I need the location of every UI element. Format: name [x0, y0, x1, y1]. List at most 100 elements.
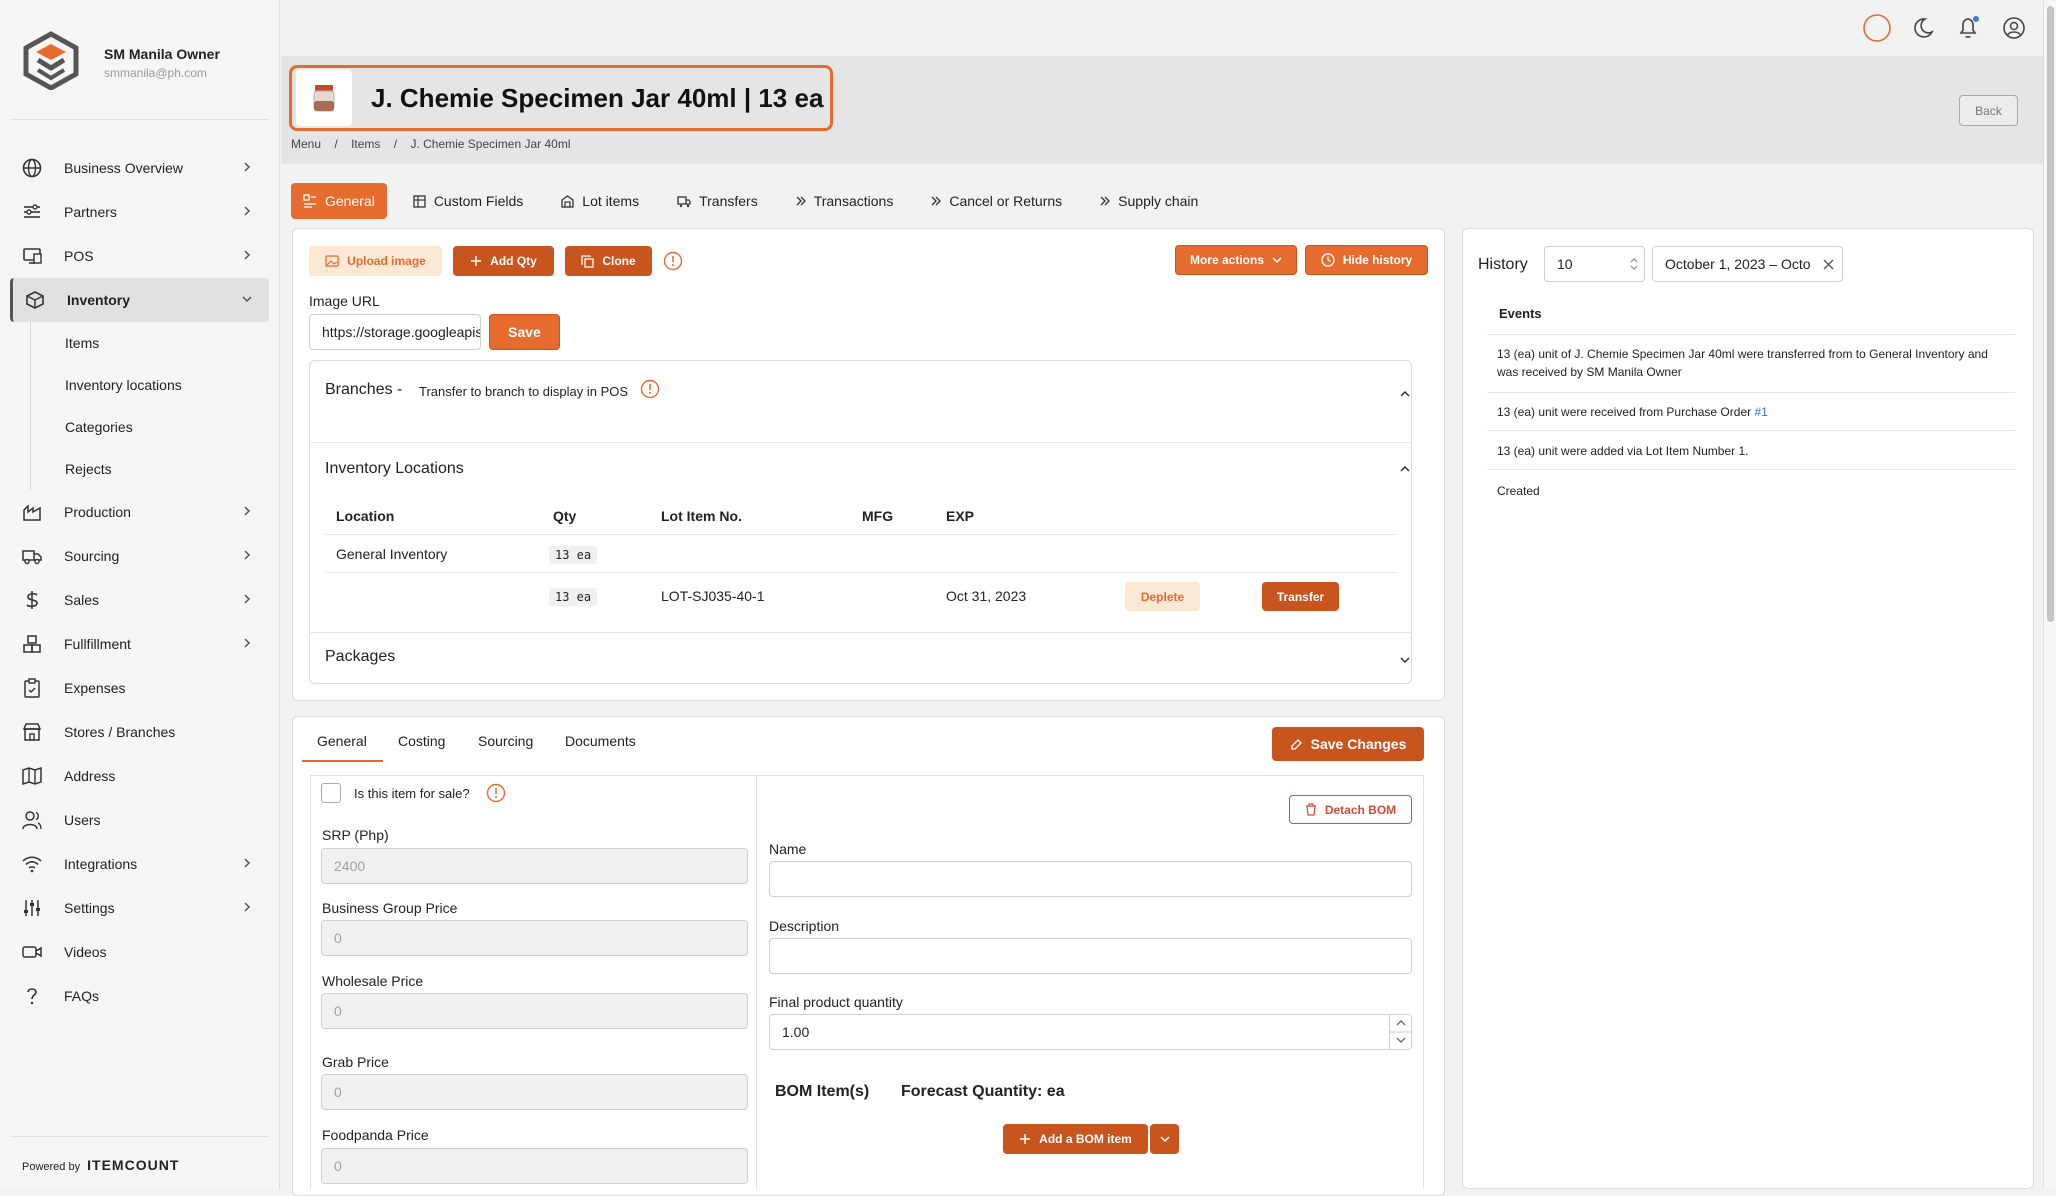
breadcrumb-menu[interactable]: Menu	[291, 137, 321, 151]
chevron-right-icon	[241, 161, 253, 173]
detach-bom-button[interactable]: Detach BOM	[1289, 795, 1412, 824]
more-actions-button[interactable]: More actions	[1175, 245, 1297, 275]
chevron-up-icon[interactable]	[1399, 463, 1411, 475]
grab-price-input[interactable]: 0	[321, 1074, 748, 1110]
sidebar-item-label: Stores / Branches	[64, 724, 176, 740]
sidebar-item-faqs[interactable]: FAQs	[10, 974, 269, 1018]
wholesale-price-input[interactable]: 0	[321, 993, 748, 1029]
sidebar-item-label: Sales	[64, 592, 100, 608]
packages-section[interactable]: Packages	[309, 632, 1412, 684]
bom-description-input[interactable]	[769, 938, 1412, 974]
srp-input[interactable]: 2400	[321, 848, 748, 884]
save-changes-button[interactable]: Save Changes	[1272, 727, 1424, 761]
sidebar-item-integrations[interactable]: Integrations	[10, 842, 269, 886]
image-url-label: Image URL	[309, 293, 380, 309]
sidebar-item-stores[interactable]: Stores / Branches	[10, 710, 269, 754]
sidebar-item-address[interactable]: Address	[10, 754, 269, 798]
packages-title: Packages	[325, 648, 396, 665]
bell-icon[interactable]	[1952, 12, 1984, 44]
sidebar-item-users[interactable]: Users	[10, 798, 269, 842]
save-image-url-button[interactable]: Save	[489, 314, 560, 350]
subtab-costing[interactable]: Costing	[398, 733, 445, 749]
final-quantity-input[interactable]: 1.00	[769, 1014, 1412, 1050]
history-date-range-input[interactable]: October 1, 2023 – Octo	[1652, 246, 1843, 282]
for-sale-checkbox[interactable]	[321, 783, 341, 803]
chevron-right-icon	[241, 205, 253, 217]
tab-lot-items[interactable]: Lot items	[549, 183, 651, 219]
upload-image-button[interactable]: Upload image	[309, 246, 442, 276]
grab-price-label: Grab Price	[322, 1054, 389, 1070]
tab-custom-fields[interactable]: Custom Fields	[401, 183, 535, 219]
bom-name-input[interactable]	[769, 861, 1412, 897]
tab-transactions[interactable]: Transactions	[784, 183, 906, 219]
tab-transfers[interactable]: Transfers	[665, 183, 770, 219]
transfer-button[interactable]: Transfer	[1262, 582, 1339, 611]
sliders-icon	[21, 897, 43, 919]
inventory-subnav: Items Inventory locations Categories Rej…	[30, 322, 269, 490]
history-panel: History 10 October 1, 2023 – Octo Events…	[1462, 228, 2034, 1189]
info-icon[interactable]	[486, 783, 506, 803]
chevron-right-icon	[241, 549, 253, 561]
button-label: Add a BOM item	[1039, 1132, 1132, 1146]
tab-cancel-returns[interactable]: Cancel or Returns	[919, 183, 1074, 219]
sidebar-subitem-inventory-locations[interactable]: Inventory locations	[31, 364, 269, 406]
add-qty-button[interactable]: Add Qty	[453, 246, 554, 276]
column-header-mfg: MFG	[862, 508, 894, 524]
subtab-documents[interactable]: Documents	[565, 733, 636, 749]
sidebar-item-sourcing[interactable]: Sourcing	[10, 534, 269, 578]
account-name: SM Manila Owner	[104, 46, 220, 62]
wholesale-price-label: Wholesale Price	[322, 973, 424, 989]
sidebar-subitem-rejects[interactable]: Rejects	[31, 448, 269, 490]
sidebar-item-label: Address	[64, 768, 116, 784]
sidebar-item-pos[interactable]: POS	[10, 234, 269, 278]
info-icon[interactable]	[663, 251, 683, 271]
add-bom-dropdown-button[interactable]	[1150, 1124, 1179, 1154]
moon-icon[interactable]	[1907, 12, 1939, 44]
tab-general[interactable]: General	[291, 183, 387, 219]
deplete-button[interactable]: Deplete	[1125, 582, 1200, 611]
close-icon[interactable]	[1819, 259, 1834, 270]
sidebar-item-videos[interactable]: Videos	[10, 930, 269, 974]
info-icon[interactable]	[640, 379, 660, 399]
breadcrumb-separator: /	[334, 137, 338, 151]
column-header-location: Location	[336, 508, 395, 524]
bom-description-label: Description	[769, 918, 840, 934]
image-url-input[interactable]: https://storage.googleapis.com	[309, 314, 481, 350]
powered-by-brand: ITEMCOUNT	[87, 1157, 180, 1173]
branches-section[interactable]: Branches - Transfer to branch to display…	[309, 360, 1412, 442]
tab-supply-chain[interactable]: Supply chain	[1088, 183, 1210, 219]
sidebar-item-sales[interactable]: Sales	[10, 578, 269, 622]
scrollbar-thumb[interactable]	[2047, 6, 2054, 622]
sidebar-subitem-categories[interactable]: Categories	[31, 406, 269, 448]
sidebar-item-fullfillment[interactable]: Fullfillment	[10, 622, 269, 666]
hide-history-button[interactable]: Hide history	[1305, 245, 1428, 275]
general-icon	[303, 194, 325, 208]
back-button[interactable]: Back	[1959, 95, 2018, 126]
clipboard-icon	[21, 677, 43, 699]
add-bom-item-button[interactable]: Add a BOM item	[1003, 1124, 1148, 1154]
sidebar-item-business-overview[interactable]: Business Overview	[10, 146, 269, 190]
store-icon	[21, 721, 43, 743]
foodpanda-price-input[interactable]: 0	[321, 1148, 748, 1184]
sidebar-subitem-items[interactable]: Items	[31, 322, 269, 364]
sidebar-item-inventory[interactable]: Inventory	[10, 278, 269, 322]
sidebar-item-settings[interactable]: Settings	[10, 886, 269, 930]
chevron-up-icon[interactable]	[1399, 388, 1411, 400]
sidebar-item-expenses[interactable]: Expenses	[10, 666, 269, 710]
subtab-sourcing[interactable]: Sourcing	[478, 733, 533, 749]
subtab-general[interactable]: General	[317, 733, 367, 749]
history-page-size-select[interactable]: 10	[1544, 246, 1645, 282]
chevron-right-icon	[241, 505, 253, 517]
breadcrumb-items[interactable]: Items	[351, 137, 380, 151]
tab-label: Cancel or Returns	[949, 193, 1063, 209]
page-scrollbar[interactable]	[2043, 0, 2056, 1189]
clone-button[interactable]: Clone	[565, 246, 652, 276]
user-circle-icon[interactable]	[1998, 12, 2030, 44]
sidebar-item-production[interactable]: Production	[10, 490, 269, 534]
status-circle-icon[interactable]	[1861, 12, 1893, 44]
quantity-stepper[interactable]	[1389, 1015, 1411, 1049]
tab-label: General	[325, 193, 375, 209]
business-group-price-input[interactable]: 0	[321, 920, 748, 956]
sidebar-item-partners[interactable]: Partners	[10, 190, 269, 234]
purchase-order-link[interactable]: #1	[1754, 405, 1767, 419]
